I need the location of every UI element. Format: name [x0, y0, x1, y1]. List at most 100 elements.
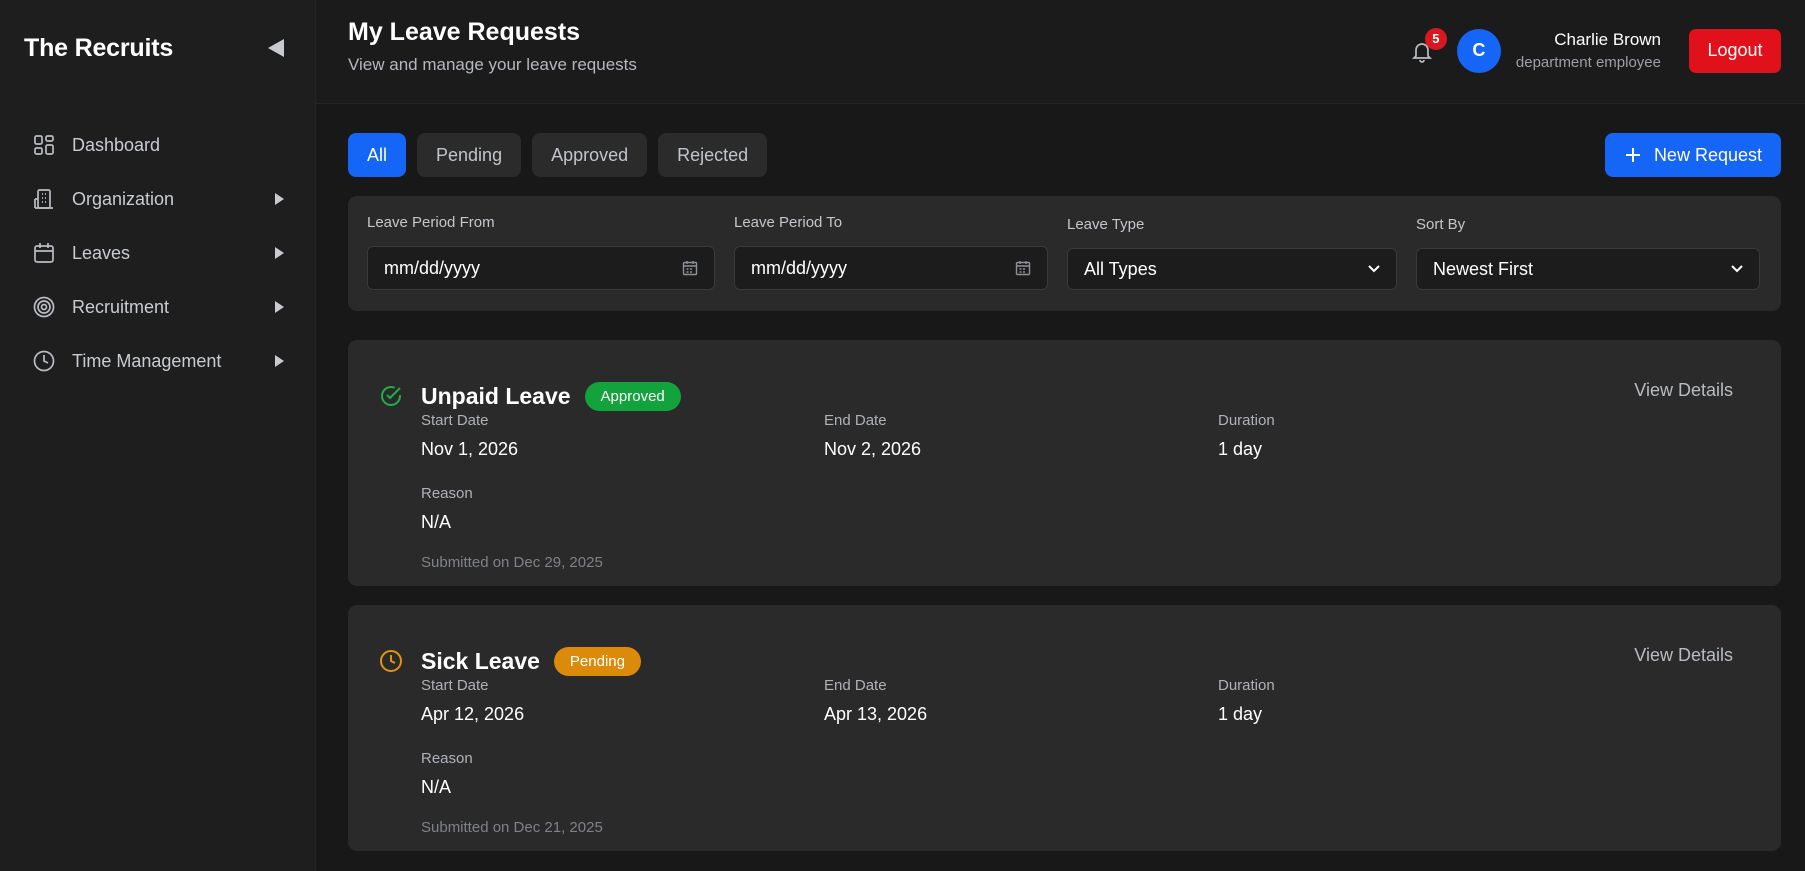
start-date-field: Start Date Nov 1, 2026	[421, 412, 824, 460]
filter-label: Leave Type	[1067, 216, 1145, 233]
duration-field: Duration 1 day	[1218, 412, 1275, 460]
reason-value: N/A	[421, 777, 452, 797]
user-area: 5 C Charlie Brown department employee Lo…	[1407, 27, 1781, 73]
avatar[interactable]: C	[1456, 28, 1501, 73]
toolbar: All Pending Approved Rejected New Reques…	[348, 133, 1781, 177]
filter-leave-type: Leave Type All Types	[1067, 214, 1397, 293]
dates-row: Start Date Apr 12, 2026 End Date Apr 13,…	[421, 677, 1733, 725]
topbar: My Leave Requests View and manage your l…	[316, 0, 1805, 104]
grid-icon	[32, 133, 56, 157]
content: All Pending Approved Rejected New Reques…	[316, 104, 1805, 851]
filter-sort-by: Sort By Newest First	[1416, 214, 1760, 293]
sidebar-item-time-management[interactable]: Time Management	[0, 334, 315, 388]
triangle-right-icon	[273, 192, 285, 206]
leave-request-card: Sick Leave Pending View Details Start Da…	[348, 605, 1781, 851]
field-label: Reason	[421, 485, 473, 502]
start-date-value: Nov 1, 2026	[421, 439, 519, 459]
sidebar-item-label: Organization	[72, 188, 175, 209]
sidebar: The Recruits Dashboard Organization Leav…	[0, 0, 316, 871]
sidebar-item-recruitment[interactable]: Recruitment	[0, 280, 315, 334]
duration-field: Duration 1 day	[1218, 677, 1275, 725]
filter-label: Leave Period To	[734, 214, 843, 231]
triangle-right-icon	[273, 300, 285, 314]
status-badge: Pending	[553, 646, 641, 676]
end-date-field: End Date Apr 13, 2026	[824, 677, 1218, 725]
target-icon	[32, 295, 56, 319]
calendar-icon	[682, 261, 698, 276]
sidebar-item-organization[interactable]: Organization	[0, 172, 315, 226]
user-name: Charlie Brown	[1554, 30, 1661, 49]
duration-value: 1 day	[1218, 439, 1263, 459]
dates-row: Start Date Nov 1, 2026 End Date Nov 2, 2…	[421, 412, 1733, 460]
main-area: My Leave Requests View and manage your l…	[316, 0, 1805, 871]
reason-field: Reason N/A	[421, 750, 1733, 798]
tab-rejected[interactable]: Rejected	[658, 133, 768, 177]
page-title: My Leave Requests	[348, 18, 581, 46]
end-date-value: Apr 13, 2026	[824, 704, 928, 724]
chevron-down-icon	[1368, 265, 1380, 273]
sort-by-select[interactable]: Newest First	[1416, 248, 1760, 290]
reason-field: Reason N/A	[421, 485, 1733, 533]
notifications-button[interactable]: 5	[1407, 27, 1447, 66]
new-request-button[interactable]: New Request	[1604, 133, 1781, 177]
start-date-field: Start Date Apr 12, 2026	[421, 677, 824, 725]
sidebar-item-label: Recruitment	[72, 296, 170, 317]
leave-request-card: Unpaid Leave Approved View Details Start…	[348, 340, 1781, 586]
calendar-icon	[1015, 261, 1031, 276]
sidebar-item-label: Leaves	[72, 242, 131, 263]
filters-panel: Leave Period From mm/dd/yyyy Leave Perio…	[348, 196, 1781, 311]
selected-value: All Types	[1084, 258, 1157, 279]
triangle-left-icon	[268, 39, 284, 57]
user-role: department employee	[1515, 54, 1661, 71]
reason-value: N/A	[421, 512, 452, 532]
selected-value: Newest First	[1433, 258, 1534, 279]
tab-all[interactable]: All	[348, 133, 407, 177]
date-placeholder: mm/dd/yyyy	[751, 257, 848, 278]
sidebar-item-leaves[interactable]: Leaves	[0, 226, 315, 280]
field-label: Duration	[1218, 412, 1275, 429]
triangle-right-icon	[273, 354, 285, 368]
filter-period-from: Leave Period From mm/dd/yyyy	[367, 214, 715, 293]
period-to-date-input[interactable]: mm/dd/yyyy	[734, 246, 1048, 290]
brand-row: The Recruits	[0, 28, 315, 68]
field-label: Start Date	[421, 677, 489, 694]
duration-value: 1 day	[1218, 704, 1263, 724]
card-header: Unpaid Leave Approved	[378, 340, 1733, 420]
field-label: Reason	[421, 750, 473, 767]
submitted-date: Submitted on Dec 29, 2025	[421, 554, 603, 571]
tab-pending[interactable]: Pending	[417, 133, 522, 177]
leave-type-select[interactable]: All Types	[1067, 248, 1397, 290]
sidebar-item-dashboard[interactable]: Dashboard	[0, 118, 315, 172]
leave-type-title: Unpaid Leave	[421, 382, 571, 409]
plus-icon	[1624, 146, 1642, 164]
field-label: End Date	[824, 677, 887, 694]
triangle-right-icon	[273, 246, 285, 260]
new-request-label: New Request	[1653, 144, 1762, 165]
view-details-link[interactable]: View Details	[1634, 645, 1733, 666]
submitted-date: Submitted on Dec 21, 2025	[421, 819, 603, 836]
collapse-sidebar-button[interactable]	[265, 37, 287, 59]
filter-label: Leave Period From	[367, 214, 495, 231]
period-from-date-input[interactable]: mm/dd/yyyy	[367, 246, 715, 290]
card-body: Start Date Apr 12, 2026 End Date Apr 13,…	[378, 677, 1733, 836]
check-circle-icon	[378, 383, 404, 409]
field-label: Duration	[1218, 677, 1275, 694]
card-header: Sick Leave Pending	[378, 605, 1733, 685]
view-details-link[interactable]: View Details	[1634, 380, 1733, 401]
status-badge: Approved	[584, 381, 681, 411]
logout-button[interactable]: Logout	[1689, 28, 1781, 73]
leave-type-title: Sick Leave	[421, 647, 540, 674]
clock-icon	[378, 648, 404, 674]
end-date-value: Nov 2, 2026	[824, 439, 922, 459]
page-subtitle: View and manage your leave requests	[348, 55, 637, 74]
start-date-value: Apr 12, 2026	[421, 704, 525, 724]
end-date-field: End Date Nov 2, 2026	[824, 412, 1218, 460]
filter-label: Sort By	[1416, 216, 1466, 233]
brand-logo-text: The Recruits	[24, 33, 174, 62]
sidebar-nav: Dashboard Organization Leaves Recruitmen…	[0, 118, 315, 388]
calendar-icon	[32, 241, 56, 265]
field-label: End Date	[824, 412, 887, 429]
tab-approved[interactable]: Approved	[532, 133, 648, 177]
page-heading: My Leave Requests View and manage your l…	[348, 18, 637, 75]
card-body: Start Date Nov 1, 2026 End Date Nov 2, 2…	[378, 412, 1733, 571]
